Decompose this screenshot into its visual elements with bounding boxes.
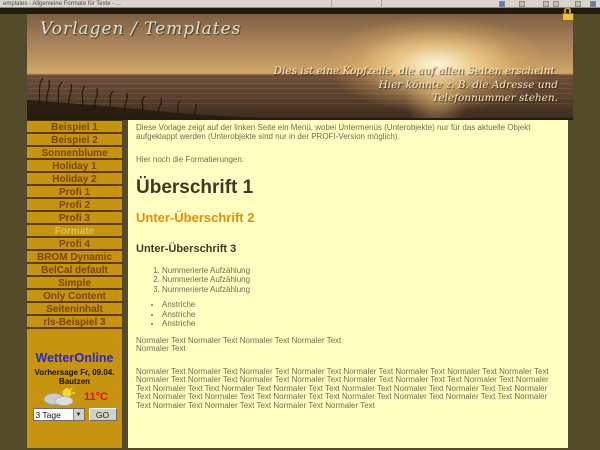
numbered-list-item: Nummerierte Aufzählung bbox=[162, 285, 560, 295]
formats-label: Hier noch die Formatierungen: bbox=[136, 156, 560, 165]
weather-controls: 3 Tage ▼ GO bbox=[27, 408, 122, 421]
browser-tab-strip: emplates - Allgemeine Formate für Texte … bbox=[0, 0, 600, 8]
sidebar-item-rls-beispiel-3[interactable]: rls-Beispiel 3 bbox=[27, 316, 122, 329]
sidebar-menu: Beispiel 1 Beispiel 2 Sonnenblume Holida… bbox=[27, 120, 122, 448]
help-icon[interactable] bbox=[590, 1, 596, 7]
tab-divider bbox=[331, 0, 332, 8]
logo-o-icon: O bbox=[74, 350, 84, 365]
intro-paragraph: Diese Vorlage zeigt auf der linken Seite… bbox=[136, 124, 560, 141]
heading-3: Unter-Überschrift 3 bbox=[136, 243, 560, 255]
bullet-list-item: Anstriche bbox=[162, 300, 560, 310]
minimize-icon[interactable] bbox=[543, 1, 549, 7]
browser-tab-title[interactable]: emplates - Allgemeine Formate für Texte … bbox=[3, 1, 121, 7]
sidebar-item-beispiel-1[interactable]: Beispiel 1 bbox=[27, 121, 122, 134]
weather-go-button[interactable]: GO bbox=[89, 408, 117, 421]
sidebar-item-profi-4[interactable]: Profi 4 bbox=[27, 238, 122, 251]
tagline-line: Hier könnte z. B. die Adresse und bbox=[274, 79, 558, 93]
content-area: Diese Vorlage zeigt auf der linken Seite… bbox=[128, 120, 568, 448]
weather-city-label: Bautzen bbox=[27, 377, 122, 386]
sidebar-item-holiday-1[interactable]: Holiday 1 bbox=[27, 160, 122, 173]
sidebar-item-simple[interactable]: Simple bbox=[27, 277, 122, 290]
sidebar-item-profi-3[interactable]: Profi 3 bbox=[27, 212, 122, 225]
forecast-range-select[interactable]: 3 Tage ▼ bbox=[33, 408, 85, 421]
weather-condition-row: 11°C bbox=[27, 388, 122, 406]
settings-icon[interactable] bbox=[575, 1, 581, 7]
top-dark-band bbox=[0, 8, 600, 14]
numbered-list-item: Nummerierte Aufzählung bbox=[162, 275, 560, 285]
heading-2: Unter-Überschrift 2 bbox=[136, 211, 560, 225]
bullet-list-item: Anstriche bbox=[162, 319, 560, 329]
sidebar-item-formate[interactable]: Formate bbox=[27, 225, 122, 238]
sidebar-item-sonnenblume[interactable]: Sonnenblume bbox=[27, 147, 122, 160]
select-value: 3 Tage bbox=[34, 410, 73, 420]
sidebar-item-only-content[interactable]: Only Content bbox=[27, 290, 122, 303]
sidebar-item-beispiel-2[interactable]: Beispiel 2 bbox=[27, 134, 122, 147]
normal-text-line: Normaler Text bbox=[136, 344, 186, 353]
window-icon[interactable] bbox=[519, 1, 525, 7]
normal-text-short: Normaler Text Normaler Text Normaler Tex… bbox=[136, 337, 560, 354]
page-body: Beispiel 1 Beispiel 2 Sonnenblume Holida… bbox=[27, 120, 573, 448]
heading-1: Überschrift 1 bbox=[136, 178, 560, 198]
forecast-date-label: Vorhersage Fr, 09.04. bbox=[27, 368, 122, 377]
numbered-list-item: Nummerierte Aufzählung bbox=[162, 266, 560, 276]
logo-text-nline: nline bbox=[84, 351, 113, 365]
padlock-icon bbox=[561, 7, 574, 21]
tagline-line: Telefonnummer stehen. bbox=[274, 92, 558, 106]
tab-divider bbox=[381, 0, 382, 8]
bullet-list-item: Anstriche bbox=[162, 310, 560, 320]
favicon-icon[interactable] bbox=[499, 1, 505, 7]
temperature-value: 11°C bbox=[84, 391, 108, 403]
site-header: Vorlagen / Templates Dies ist eine Kopfz… bbox=[27, 14, 573, 120]
tagline-line: Dies ist eine Kopfzeile, die auf allen S… bbox=[274, 65, 558, 79]
normal-text-long: Normaler Text Normaler Text Normaler Tex… bbox=[136, 368, 560, 411]
sidebar-item-holiday-2[interactable]: Holiday 2 bbox=[27, 173, 122, 186]
bullet-list: Anstriche Anstriche Anstriche bbox=[136, 300, 560, 329]
sidebar-item-brom-dynamic[interactable]: BROM Dynamic bbox=[27, 251, 122, 264]
numbered-list: Nummerierte Aufzählung Nummerierte Aufzä… bbox=[136, 266, 560, 295]
site-title: Vorlagen / Templates bbox=[40, 19, 241, 39]
header-tagline: Dies ist eine Kopfzeile, die auf allen S… bbox=[274, 65, 558, 106]
padlock-body bbox=[562, 13, 574, 21]
sidebar-item-profi-1[interactable]: Profi 1 bbox=[27, 186, 122, 199]
sidebar-item-profi-2[interactable]: Profi 2 bbox=[27, 199, 122, 212]
sidebar-item-belcal-default[interactable]: BelCal default bbox=[27, 264, 122, 277]
dune-grass-silhouette bbox=[27, 76, 262, 118]
site-container: Vorlagen / Templates Dies ist eine Kopfz… bbox=[27, 14, 573, 450]
wetteronline-logo[interactable]: WetterOnline bbox=[27, 350, 122, 365]
weather-widget: WetterOnline Vorhersage Fr, 09.04. Bautz… bbox=[27, 350, 122, 421]
chevron-down-icon[interactable]: ▼ bbox=[73, 409, 84, 420]
logo-text-wetter: Wetter bbox=[36, 351, 75, 365]
sidebar-item-seiteninhalt[interactable]: Seiteninhalt bbox=[27, 303, 122, 316]
restore-icon[interactable] bbox=[553, 1, 559, 7]
screen: emplates - Allgemeine Formate für Texte … bbox=[0, 0, 600, 450]
partly-cloudy-icon bbox=[41, 388, 77, 406]
